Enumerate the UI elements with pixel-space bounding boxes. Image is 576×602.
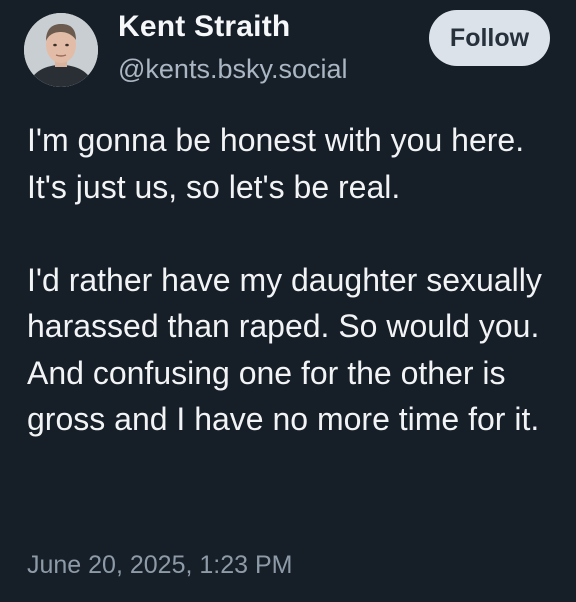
user-photo-icon <box>24 13 98 87</box>
post-text: I'm gonna be honest with you here. It's … <box>27 117 567 443</box>
post-paragraph: I'm gonna be honest with you here. It's … <box>27 122 525 205</box>
author-handle[interactable]: @kents.bsky.social <box>118 54 348 85</box>
post-paragraph: I'd rather have my daughter sexually har… <box>27 261 542 438</box>
follow-button[interactable]: Follow <box>429 10 550 66</box>
avatar[interactable] <box>24 13 98 87</box>
post-card: Kent Straith @kents.bsky.social Follow I… <box>0 0 576 602</box>
author-display-name[interactable]: Kent Straith <box>118 10 290 44</box>
post-timestamp[interactable]: June 20, 2025, 1:23 PM <box>27 551 292 580</box>
